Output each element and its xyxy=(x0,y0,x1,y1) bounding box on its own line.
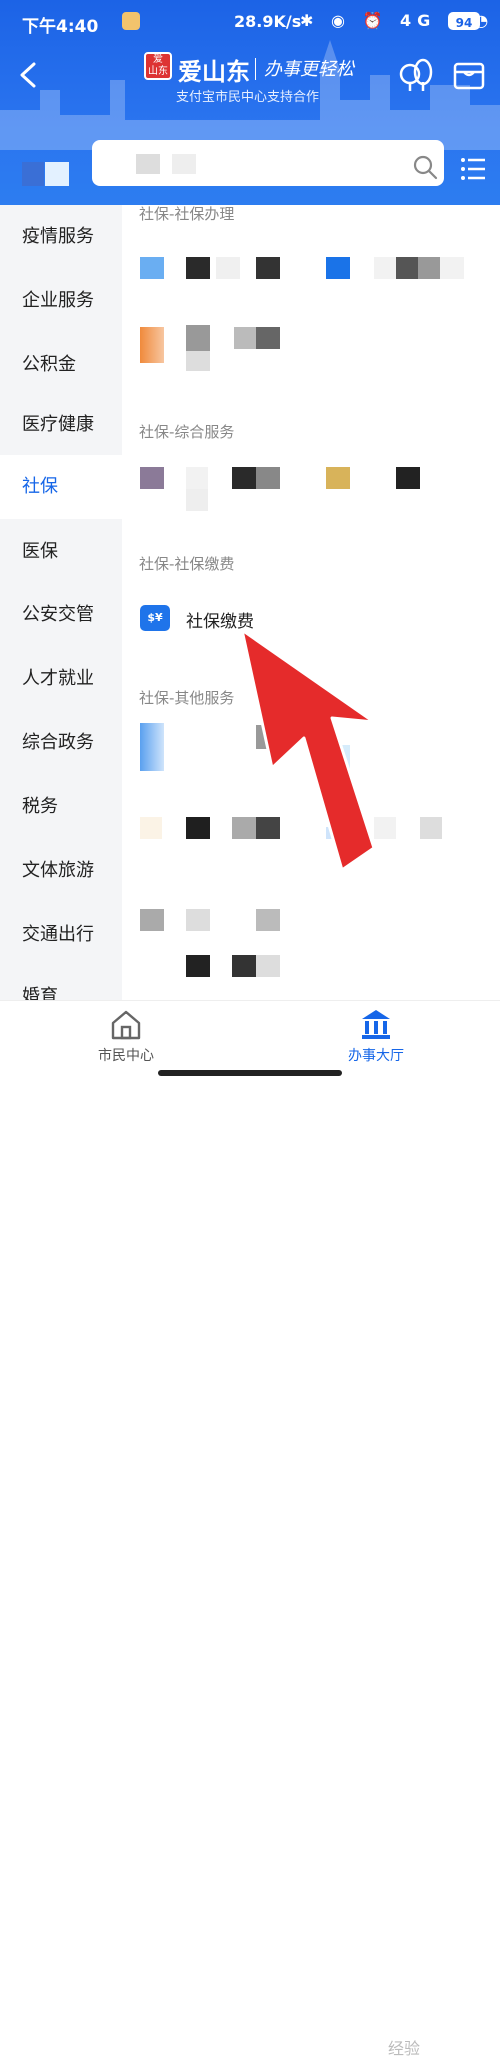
blurred-service-icon[interactable] xyxy=(232,955,256,977)
sidebar-item-tax[interactable]: 税务 xyxy=(0,775,122,839)
sidebar-item-government-affairs[interactable]: 综合政务 xyxy=(0,711,122,775)
blurred-service-icon[interactable] xyxy=(396,467,420,489)
network-speed: 28.9K/s xyxy=(234,12,302,31)
blurred-placeholder xyxy=(216,257,240,279)
blurred-placeholder xyxy=(186,351,210,371)
section-title: 社保-综合服务 xyxy=(139,423,235,441)
blurred-placeholder xyxy=(140,909,164,931)
blurred-service-icon[interactable] xyxy=(140,467,164,489)
back-button[interactable] xyxy=(14,58,44,92)
blurred-placeholder xyxy=(136,154,160,174)
blurred-service-icon[interactable] xyxy=(186,955,210,977)
status-time: 下午4:40 xyxy=(22,17,99,37)
blurred-service-icon[interactable] xyxy=(256,257,280,279)
search-button[interactable] xyxy=(412,154,438,180)
blurred-placeholder xyxy=(234,327,258,349)
blurred-placeholder xyxy=(418,257,440,279)
blurred-placeholder xyxy=(256,955,280,977)
tab-label: 办事大厅 xyxy=(348,1048,404,1064)
blurred-placeholder xyxy=(256,467,280,489)
blurred-placeholder xyxy=(186,489,208,511)
home-icon xyxy=(111,1010,141,1040)
government-building-icon xyxy=(362,1010,390,1039)
blurred-service-icon[interactable] xyxy=(326,257,350,279)
location-avatar[interactable] xyxy=(22,162,44,186)
sidebar-item-epidemic[interactable]: 疫情服务 xyxy=(0,205,122,269)
card-bag-icon xyxy=(453,62,485,90)
brand-title: 爱山东 xyxy=(178,58,250,86)
tab-label: 市民中心 xyxy=(98,1048,154,1064)
blurred-placeholder xyxy=(172,154,196,174)
tab-citizen-center[interactable]: 市民中心 xyxy=(66,1007,186,1077)
blurred-placeholder xyxy=(420,817,442,839)
blurred-service-icon[interactable] xyxy=(186,817,210,839)
sidebar-item-talent-employment[interactable]: 人才就业 xyxy=(0,647,122,711)
blurred-service-icon[interactable] xyxy=(140,257,164,279)
search-input[interactable] xyxy=(92,140,444,186)
section-title: 社保-社保办理 xyxy=(139,205,235,223)
blurred-placeholder xyxy=(256,327,280,349)
blurred-service-icon[interactable] xyxy=(140,327,164,363)
blurred-service-icon[interactable] xyxy=(326,467,350,489)
sidebar-item-medical-insurance[interactable]: 医保 xyxy=(0,520,122,584)
blurred-placeholder xyxy=(186,909,210,931)
network-type: 4G xyxy=(400,11,437,30)
home-indicator[interactable] xyxy=(158,1070,342,1076)
status-bar: 下午4:40 28.9K/s ✱ ◉ ⏰ 4G ▮ ◔ 94 xyxy=(0,0,500,42)
blurred-service-icon[interactable] xyxy=(232,467,256,489)
tree-button[interactable] xyxy=(398,58,434,94)
social-security-payment-icon: $¥ xyxy=(140,605,170,631)
tab-service-hall[interactable]: 办事大厅 xyxy=(316,1007,436,1077)
app-logo: 爱山东 xyxy=(144,52,172,80)
tree-icon xyxy=(399,58,433,91)
blurred-service-icon[interactable] xyxy=(140,723,164,771)
list-menu-icon xyxy=(461,158,485,180)
battery-icon: 94 xyxy=(448,12,480,30)
blurred-placeholder xyxy=(256,909,280,931)
blurred-placeholder xyxy=(186,325,210,351)
blurred-placeholder xyxy=(186,467,208,489)
card-bag-button[interactable] xyxy=(452,58,486,92)
sidebar-item-police-traffic[interactable]: 公安交管 xyxy=(0,583,122,647)
sidebar-item-transport[interactable]: 交通出行 xyxy=(0,903,122,967)
service-label: 社保缴费 xyxy=(186,612,254,632)
brand-slogan: 办事更轻松 xyxy=(264,59,354,80)
blurred-service-icon[interactable] xyxy=(186,257,210,279)
brand-divider xyxy=(255,58,256,80)
menu-button[interactable] xyxy=(460,156,486,182)
sidebar-item-marriage[interactable]: 婚育 xyxy=(0,965,122,1000)
sidebar-item-social-security[interactable]: 社保 xyxy=(0,455,122,519)
watermark: 经验 xyxy=(388,2039,421,2058)
blurred-placeholder xyxy=(140,817,162,839)
back-arrow-icon xyxy=(20,62,36,88)
sidebar-item-housing-fund[interactable]: 公积金 xyxy=(0,333,122,397)
brand-subtitle: 支付宝市民中心支持合作 xyxy=(176,90,320,105)
category-sidebar: 疫情服务 企业服务 公积金 医疗健康 社保 医保 公安交管 人才就业 综合政务 … xyxy=(0,205,122,1000)
sidebar-item-enterprise[interactable]: 企业服务 xyxy=(0,269,122,333)
location-avatar-secondary xyxy=(45,162,69,186)
section-title: 社保-社保缴费 xyxy=(139,555,235,573)
app-notification-icon xyxy=(122,12,140,30)
blurred-placeholder xyxy=(374,257,396,279)
blurred-service-icon[interactable] xyxy=(396,257,418,279)
red-arrow-annotation xyxy=(240,630,376,872)
blurred-placeholder xyxy=(440,257,464,279)
service-list: 社保-社保办理 社保-综合服务 社保-社保缴费 $¥ 社保缴费 社保-其他服务 xyxy=(122,205,500,1000)
search-icon xyxy=(413,155,438,180)
sidebar-item-health[interactable]: 医疗健康 xyxy=(0,393,122,457)
section-title: 社保-其他服务 xyxy=(139,689,235,707)
sidebar-item-culture-tourism[interactable]: 文体旅游 xyxy=(0,839,122,903)
